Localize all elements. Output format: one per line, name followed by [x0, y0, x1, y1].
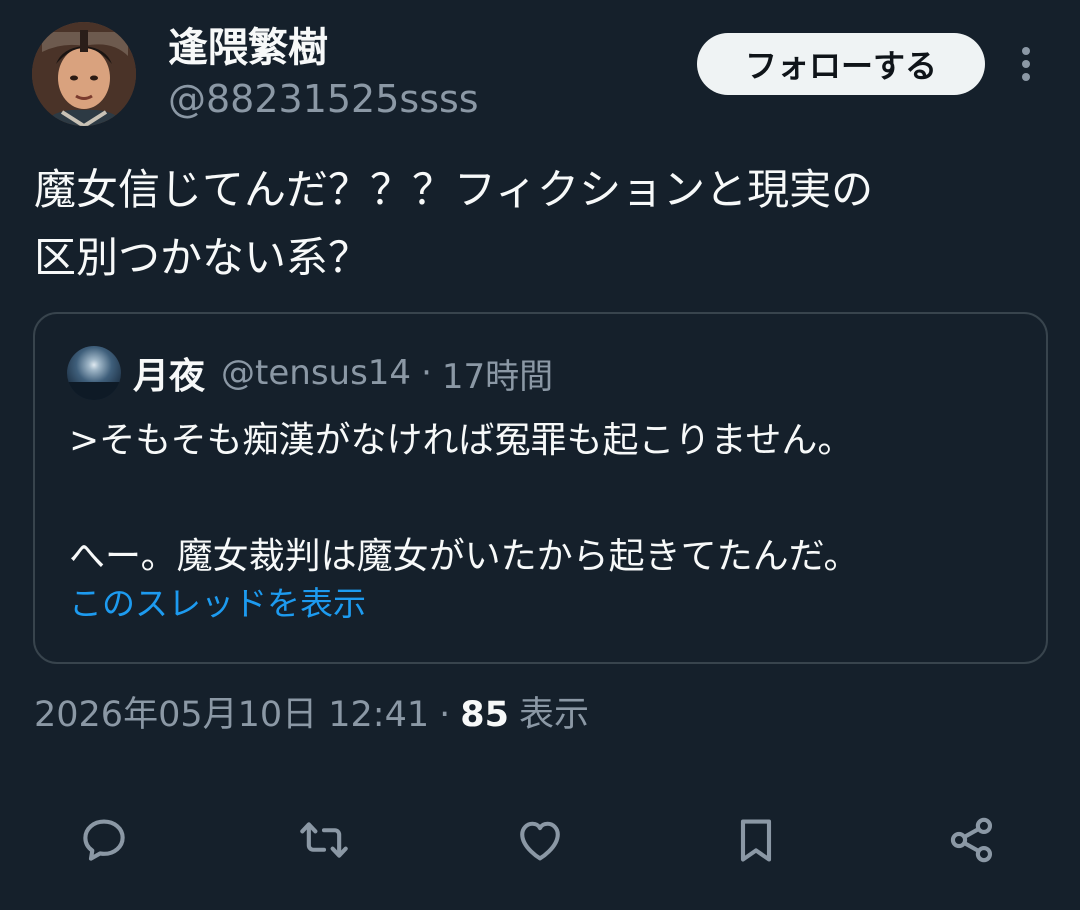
views-label: 表示: [519, 695, 590, 735]
author-handle[interactable]: @88231525ssss: [168, 74, 479, 124]
quote-author-name[interactable]: 月夜: [133, 347, 205, 399]
tweet-meta: 2026年05月10日 12:41 · 85 表示: [34, 690, 589, 740]
quote-author-avatar[interactable]: [67, 346, 121, 400]
show-thread-link[interactable]: このスレッドを表示: [69, 582, 366, 626]
tweet-text: 魔女信じてんだ？？？フィクションと現実の 区別つかない系？: [34, 165, 874, 282]
bookmark-icon[interactable]: [724, 808, 788, 872]
reply-icon[interactable]: [72, 808, 136, 872]
share-icon[interactable]: [940, 808, 1004, 872]
quote-text: >そもそも痴漢がなければ冤罪も起こりません。 へー。魔女裁判は魔女がいたから起き…: [69, 420, 860, 577]
author-display-name[interactable]: 逢隈繁樹: [168, 22, 328, 74]
tweet-detail: 逢隈繁樹 @88231525ssss フォローする 魔女信じてんだ？？？フィクシ…: [0, 0, 1080, 910]
views-count: 85: [460, 695, 509, 735]
more-vertical-icon[interactable]: [1010, 42, 1042, 86]
meta-separator: ·: [439, 695, 451, 735]
quote-tweet-card[interactable]: 月夜 @tensus14 · 17時間 >そもそも痴漢がなければ冤罪も起こりませ…: [33, 312, 1048, 664]
quote-timestamp[interactable]: 17時間: [442, 349, 553, 398]
quote-author-handle[interactable]: @tensus14: [221, 353, 411, 393]
retweet-icon[interactable]: [292, 808, 356, 872]
tweet-timestamp[interactable]: 2026年05月10日 12:41: [34, 690, 429, 740]
like-icon[interactable]: [508, 808, 572, 872]
quote-header: 月夜 @tensus14 · 17時間: [133, 346, 553, 400]
action-bar: [0, 800, 1080, 880]
author-avatar-image: [32, 22, 136, 126]
author-avatar[interactable]: [32, 22, 136, 126]
quote-separator: ·: [421, 353, 432, 393]
follow-button[interactable]: フォローする: [697, 33, 985, 95]
